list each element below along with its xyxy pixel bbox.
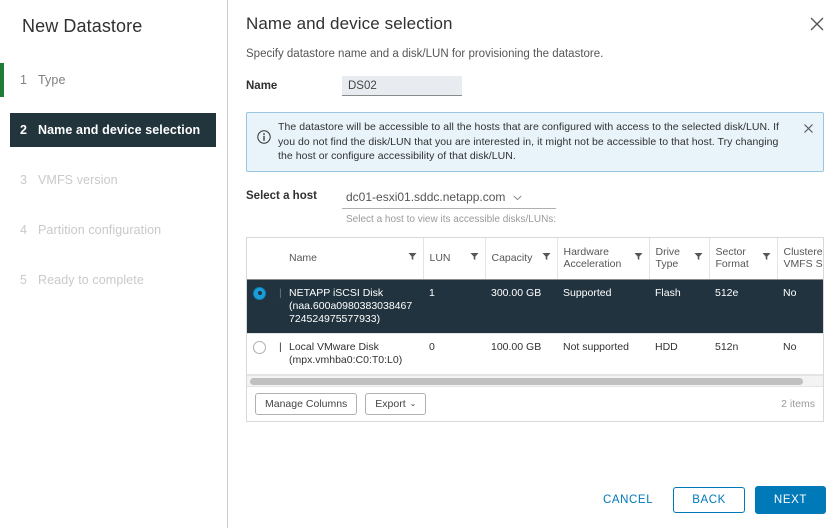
- wizard-footer: CANCEL BACK NEXT: [593, 486, 826, 514]
- row-divider: |: [273, 279, 283, 333]
- column-header-label: Sector Format: [716, 246, 758, 271]
- cell-name: NETAPP iSCSI Disk (naa.600a0980383038467…: [283, 279, 423, 333]
- host-select-wrapper: dc01-esxi01.sddc.netapp.com Select a hos…: [342, 188, 556, 225]
- column-header-sector-format[interactable]: Sector Format: [709, 238, 777, 280]
- host-select-hint: Select a host to view its accessible dis…: [342, 209, 556, 225]
- cell-sector-format: 512n: [709, 333, 777, 374]
- page-title: Name and device selection: [228, 0, 840, 34]
- host-select-dropdown[interactable]: dc01-esxi01.sddc.netapp.com: [342, 188, 556, 209]
- column-header-capacity[interactable]: Capacity: [485, 238, 557, 280]
- row-radio-selected[interactable]: [253, 287, 266, 300]
- info-circle-icon: [255, 120, 273, 144]
- cell-hardware-acceleration: Not supported: [557, 333, 649, 374]
- info-banner-text: The datastore will be accessible to all …: [273, 120, 815, 164]
- row-select-cell[interactable]: [247, 333, 273, 374]
- export-button[interactable]: Export ⌄: [365, 393, 426, 415]
- column-header-label: Clustered VMFS Support: [784, 246, 825, 271]
- chevron-down-icon: ⌄: [410, 400, 417, 408]
- row-radio-unselected[interactable]: [253, 341, 266, 354]
- step-label: Partition configuration: [38, 223, 161, 237]
- table-footer: Manage Columns Export ⌄ 2 items: [247, 386, 823, 421]
- column-header-label: LUN: [430, 252, 451, 265]
- wizard-steps: 1 Type 2 Name and device selection 3 VMF…: [0, 63, 227, 297]
- table-header-spacer: [273, 238, 283, 280]
- name-field-label: Name: [246, 80, 342, 92]
- wizard-sidebar: New Datastore 1 Type 2 Name and device s…: [0, 0, 228, 528]
- column-header-label: Drive Type: [656, 246, 690, 271]
- back-button[interactable]: BACK: [673, 487, 745, 513]
- manage-columns-button[interactable]: Manage Columns: [255, 393, 357, 415]
- cell-capacity: 300.00 GB: [485, 279, 557, 333]
- row-divider: |: [273, 333, 283, 374]
- banner-close-icon[interactable]: [803, 121, 815, 133]
- step-number: 2: [20, 123, 38, 137]
- sidebar-step-type[interactable]: 1 Type: [0, 63, 227, 97]
- cell-clustered-vmfs-support: No: [777, 279, 824, 333]
- step-label: VMFS version: [38, 173, 118, 187]
- filter-icon[interactable]: [408, 252, 417, 264]
- table-row[interactable]: | Local VMware Disk (mpx.vmhba0:C0:T0:L0…: [247, 333, 824, 374]
- cancel-button[interactable]: CANCEL: [593, 488, 663, 512]
- column-header-label: Capacity: [492, 252, 533, 265]
- datastore-name-input[interactable]: [342, 76, 462, 96]
- step-number: 4: [20, 223, 38, 237]
- disk-lun-table: Name LUN: [246, 237, 824, 422]
- column-header-name[interactable]: Name: [283, 238, 423, 280]
- cell-drive-type: HDD: [649, 333, 709, 374]
- next-button[interactable]: NEXT: [755, 486, 826, 514]
- scrollbar-thumb[interactable]: [250, 378, 803, 385]
- column-header-label: Hardware Acceleration: [564, 246, 630, 271]
- filter-icon[interactable]: [694, 252, 703, 264]
- sidebar-step-vmfs-version: 3 VMFS version: [0, 163, 227, 197]
- row-select-cell[interactable]: [247, 279, 273, 333]
- item-count: 2 items: [781, 398, 815, 410]
- sidebar-step-ready-to-complete: 5 Ready to complete: [0, 263, 227, 297]
- export-button-label: Export: [375, 398, 405, 410]
- step-label: Type: [38, 73, 66, 87]
- cell-clustered-vmfs-support: No: [777, 333, 824, 374]
- column-header-lun[interactable]: LUN: [423, 238, 485, 280]
- table-header-row: Name LUN: [247, 238, 824, 280]
- step-number: 3: [20, 173, 38, 187]
- filter-icon[interactable]: [634, 252, 643, 264]
- close-icon[interactable]: [808, 15, 826, 33]
- cell-lun: 0: [423, 333, 485, 374]
- column-header-label: Name: [289, 252, 317, 265]
- step-number: 1: [20, 73, 38, 87]
- new-datastore-wizard: New Datastore 1 Type 2 Name and device s…: [0, 0, 840, 528]
- host-select-row: Select a host dc01-esxi01.sddc.netapp.co…: [228, 172, 840, 225]
- step-number: 5: [20, 273, 38, 287]
- page-subtitle: Specify datastore name and a disk/LUN fo…: [228, 34, 840, 60]
- name-field-row: Name: [228, 60, 840, 96]
- sidebar-step-partition-configuration: 4 Partition configuration: [0, 213, 227, 247]
- column-header-clustered-vmfs-support[interactable]: Clustered VMFS Support: [777, 238, 824, 280]
- chevron-down-icon: [513, 188, 522, 206]
- cell-sector-format: 512e: [709, 279, 777, 333]
- host-select-label: Select a host: [246, 188, 342, 202]
- sidebar-step-name-and-device-selection[interactable]: 2 Name and device selection: [10, 113, 216, 147]
- filter-icon[interactable]: [542, 252, 551, 264]
- filter-icon[interactable]: [470, 252, 479, 264]
- column-header-drive-type[interactable]: Drive Type: [649, 238, 709, 280]
- info-banner: The datastore will be accessible to all …: [246, 112, 824, 172]
- step-label: Ready to complete: [38, 273, 144, 287]
- cell-drive-type: Flash: [649, 279, 709, 333]
- cell-name: Local VMware Disk (mpx.vmhba0:C0:T0:L0): [283, 333, 423, 374]
- step-label: Name and device selection: [38, 123, 200, 137]
- cell-hardware-acceleration: Supported: [557, 279, 649, 333]
- table-horizontal-scrollbar[interactable]: [247, 375, 823, 386]
- table-header-select: [247, 238, 273, 280]
- host-select-value: dc01-esxi01.sddc.netapp.com: [346, 190, 505, 204]
- wizard-content: Name and device selection Specify datast…: [228, 0, 840, 528]
- cell-lun: 1: [423, 279, 485, 333]
- filter-icon[interactable]: [762, 252, 771, 264]
- wizard-title: New Datastore: [0, 0, 227, 37]
- cell-capacity: 100.00 GB: [485, 333, 557, 374]
- column-header-hardware-acceleration[interactable]: Hardware Acceleration: [557, 238, 649, 280]
- table-row[interactable]: | NETAPP iSCSI Disk (naa.600a09803830384…: [247, 279, 824, 333]
